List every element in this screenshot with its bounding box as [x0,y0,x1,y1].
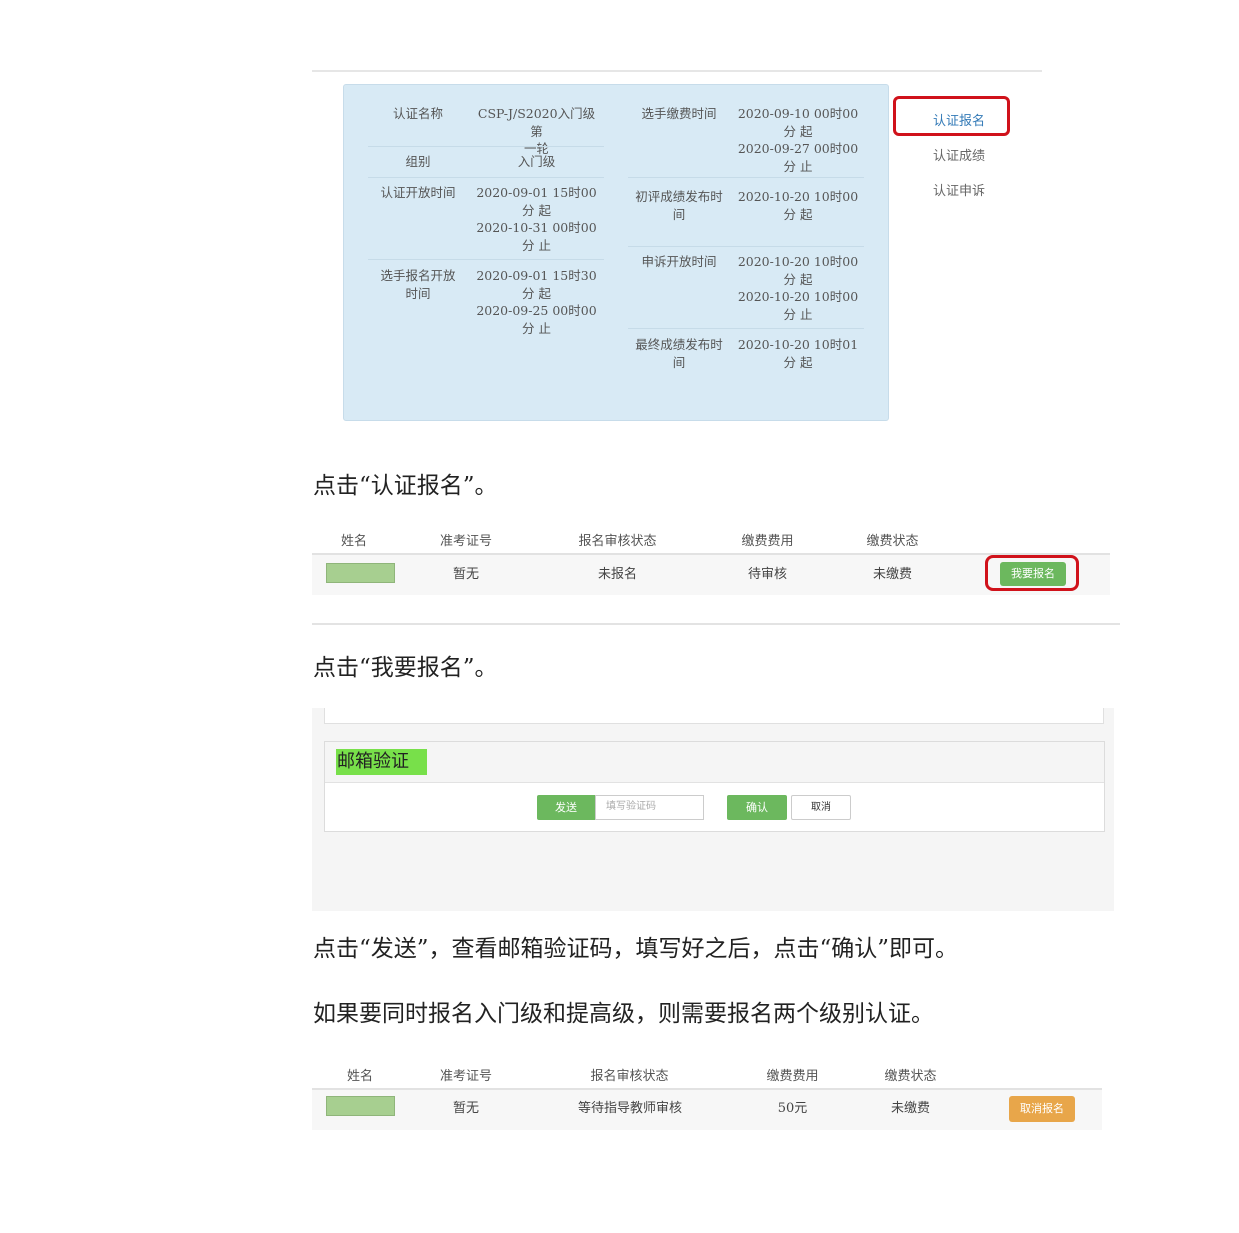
divider [312,623,1120,625]
register-button[interactable]: 我要报名 [1000,562,1066,586]
instruction-text: 如果要同时报名入门级和提高级，则需要报名两个级别认证。 [313,1001,934,1027]
nav-item-cert-appeal[interactable]: 认证申诉 [933,180,985,199]
cancel-button[interactable]: 取消 [791,795,851,820]
value-final-score-time: 2020-10-20 10时01 分 起 [737,337,859,370]
value-cert-name: CSP-J/S2020入门级第 一轮 [477,106,596,156]
value-open-time: 2020-09-01 15时00 分 起 2020-10-31 00时00 分 … [476,185,597,253]
instruction-text: 点击“认证报名”。 [313,473,498,499]
label-final-score-time: 最终成绩发布时 间 [635,337,723,370]
verification-code-input[interactable]: 填写验证码 [595,795,704,820]
row-divider [628,177,864,178]
certification-info-panel: 认证名称 CSP-J/S2020入门级第 一轮 组别 入门级 认证开放时间 20… [343,84,889,421]
row-divider [368,259,604,260]
confirm-button[interactable]: 确认 [727,795,787,820]
redacted-name [326,1096,395,1116]
label-cert-name: 认证名称 [392,106,443,121]
label-payment-time: 选手缴费时间 [641,106,717,121]
previous-card-edge [324,708,1104,724]
fee-cell: 待审核 [747,567,787,582]
label-group: 组别 [405,154,431,169]
column-header: 报名审核状态 [578,534,657,549]
column-header: 准考证号 [439,534,492,549]
review-status-cell: 未报名 [597,567,637,582]
value-appeal-time: 2020-10-20 10时00 分 起 2020-10-20 10时00 分 … [737,254,859,322]
column-header: 准考证号 [439,1069,492,1084]
column-header: 缴费状态 [884,1069,937,1084]
instruction-text: 点击“发送”，查看邮箱验证码，填写好之后，点击“确认”即可。 [313,936,959,962]
value-registration-time: 2020-09-01 15时30 分 起 2020-09-25 00时00 分 … [476,268,597,336]
divider [312,70,1042,72]
send-button[interactable]: 发送 [537,795,595,820]
label-initial-score-time: 初评成绩发布时 间 [635,189,723,222]
label-open-time: 认证开放时间 [380,185,456,200]
column-header: 缴费状态 [866,534,919,549]
payment-status-cell: 未缴费 [890,1101,930,1116]
row-divider [368,146,604,147]
row-divider [628,246,864,247]
email-verify-card: 邮箱验证 发送 填写验证码 确认 取消 [324,741,1105,832]
redacted-name [326,563,395,583]
exam-id-cell: 暂无 [452,567,479,582]
label-registration-time: 选手报名开放 时间 [380,268,456,301]
card-title: 邮箱验证 [336,749,427,775]
value-group: 入门级 [517,154,556,169]
payment-status-cell: 未缴费 [872,567,912,582]
review-status-cell: 等待指导教师审核 [577,1101,682,1116]
row-divider [628,328,864,329]
exam-id-cell: 暂无 [452,1101,479,1116]
value-payment-time: 2020-09-10 00时00 分 起 2020-09-27 00时00 分 … [737,106,859,174]
nav-item-cert-score[interactable]: 认证成绩 [933,145,985,164]
card-header: 邮箱验证 [325,742,1104,783]
table-row: 暂无 等待指导教师审核 50元 未缴费 [312,1088,1102,1130]
column-header: 缴费费用 [766,1069,819,1084]
nav-item-cert-registration[interactable]: 认证报名 [933,110,985,129]
label-appeal-time: 申诉开放时间 [641,254,717,269]
value-initial-score-time: 2020-10-20 10时00 分 起 [737,189,859,222]
cancel-registration-button[interactable]: 取消报名 [1009,1096,1075,1122]
row-divider [368,177,604,178]
fee-cell: 50元 [777,1101,808,1116]
column-header: 报名审核状态 [590,1069,669,1084]
column-header: 姓名 [340,534,367,549]
column-header: 姓名 [346,1069,373,1084]
instruction-text: 点击“我要报名”。 [313,655,498,681]
column-header: 缴费费用 [741,534,794,549]
